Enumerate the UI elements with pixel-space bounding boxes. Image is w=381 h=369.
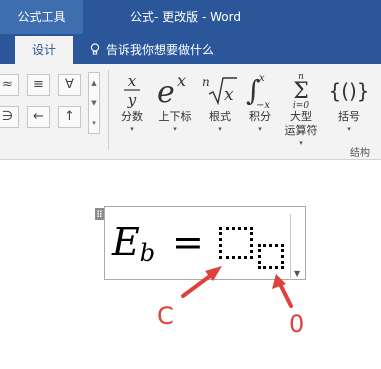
symbol-up-arrow[interactable]: ↑ [58, 106, 81, 128]
large-operator-button[interactable]: n Σ i=0 大型 运算符 ▾ [279, 70, 323, 148]
equation-tools-context-tab[interactable]: 公式工具 [0, 0, 83, 34]
bracket-button[interactable]: {()} 括号 ▾ [327, 70, 371, 134]
integral-button[interactable]: ∫ x −x 积分 ▾ [242, 70, 278, 134]
chevron-down-icon: ▾ [130, 125, 134, 133]
svg-text:{()}: {()} [328, 79, 369, 103]
large-operator-label-2: 运算符 [284, 124, 318, 137]
symbol-left-arrow[interactable]: ← [27, 106, 50, 128]
chevron-down-icon: ▾ [173, 125, 177, 133]
title-bar: 公式工具 公式- 更改版 - Word [0, 0, 381, 34]
subscript-placeholder[interactable] [258, 244, 284, 269]
svg-text:n: n [202, 75, 210, 89]
chevron-down-icon: ▾ [299, 139, 303, 147]
script-label: 上下标 [158, 110, 192, 123]
document-title: 公式- 更改版 - Word [130, 10, 241, 24]
chevron-down-icon: ▼ [294, 269, 301, 278]
svg-text:i=0: i=0 [293, 101, 309, 110]
more-icon[interactable]: ▾ [89, 113, 99, 133]
annotation-label-zero: 0 [289, 310, 305, 338]
base-placeholder[interactable] [219, 227, 253, 259]
radical-icon: n x [202, 75, 237, 106]
symbol-equiv[interactable]: ≡ [27, 74, 50, 96]
tell-me-box[interactable]: 告诉我你想要做什么 [90, 34, 214, 64]
scroll-up-icon[interactable]: ▲ [89, 73, 99, 93]
annotation-label-c: C [157, 302, 174, 330]
equation-options-dropdown[interactable]: ▼ [290, 214, 306, 280]
bracket-icon: {()} [328, 79, 369, 103]
fraction-button[interactable]: x y 分数 ▾ [114, 70, 150, 134]
symbol-gallery-scroll[interactable]: ▲ ▼ ▾ [88, 72, 100, 134]
radical-label: 根式 [209, 110, 231, 123]
symbol-forall[interactable]: ∀ [58, 74, 81, 96]
lightbulb-icon [90, 43, 100, 55]
fraction-icon: x y [124, 72, 140, 109]
svg-text:x: x [259, 73, 265, 84]
symbol-contains[interactable]: ∋ [0, 106, 19, 128]
svg-text:x: x [177, 71, 186, 90]
radical-button[interactable]: n x 根式 ▾ [200, 70, 240, 134]
fraction-label: 分数 [121, 110, 143, 123]
svg-text:e: e [157, 75, 175, 110]
integral-icon: ∫ x −x [246, 73, 270, 110]
bracket-label: 括号 [338, 110, 360, 123]
equation-variable: E [112, 220, 140, 264]
structures-group-label: 结构 [350, 148, 370, 159]
integral-label: 积分 [249, 110, 271, 123]
ribbon-separator [108, 70, 109, 150]
svg-text:x: x [224, 85, 234, 105]
svg-text:−x: −x [256, 100, 270, 110]
large-operator-label: 大型 [290, 110, 312, 123]
equation-move-handle[interactable] [95, 208, 104, 220]
script-icon: e x [157, 71, 186, 110]
equation-base: Eb [112, 220, 155, 275]
equation-equals: = [172, 220, 204, 264]
scroll-down-icon[interactable]: ▼ [89, 93, 99, 113]
svg-text:y: y [127, 91, 137, 109]
chevron-down-icon: ▾ [218, 125, 222, 133]
equation-subscript: b [139, 239, 156, 267]
ribbon: ≈ ≡ ∀ ∋ ← ↑ ▲ ▼ ▾ x y 分数 ▾ e x 上下标 ▾ n x… [0, 64, 381, 160]
large-operator-icon: n Σ i=0 [293, 72, 309, 110]
tell-me-label: 告诉我你想要做什么 [106, 42, 215, 57]
chevron-down-icon: ▾ [347, 125, 351, 133]
script-button[interactable]: e x 上下标 ▾ [152, 70, 198, 134]
svg-text:x: x [128, 72, 137, 90]
symbol-approx[interactable]: ≈ [0, 74, 19, 96]
chevron-down-icon: ▾ [258, 125, 262, 133]
ribbon-tab-row: 设计 告诉我你想要做什么 [0, 34, 381, 64]
tab-design[interactable]: 设计 [15, 36, 73, 64]
